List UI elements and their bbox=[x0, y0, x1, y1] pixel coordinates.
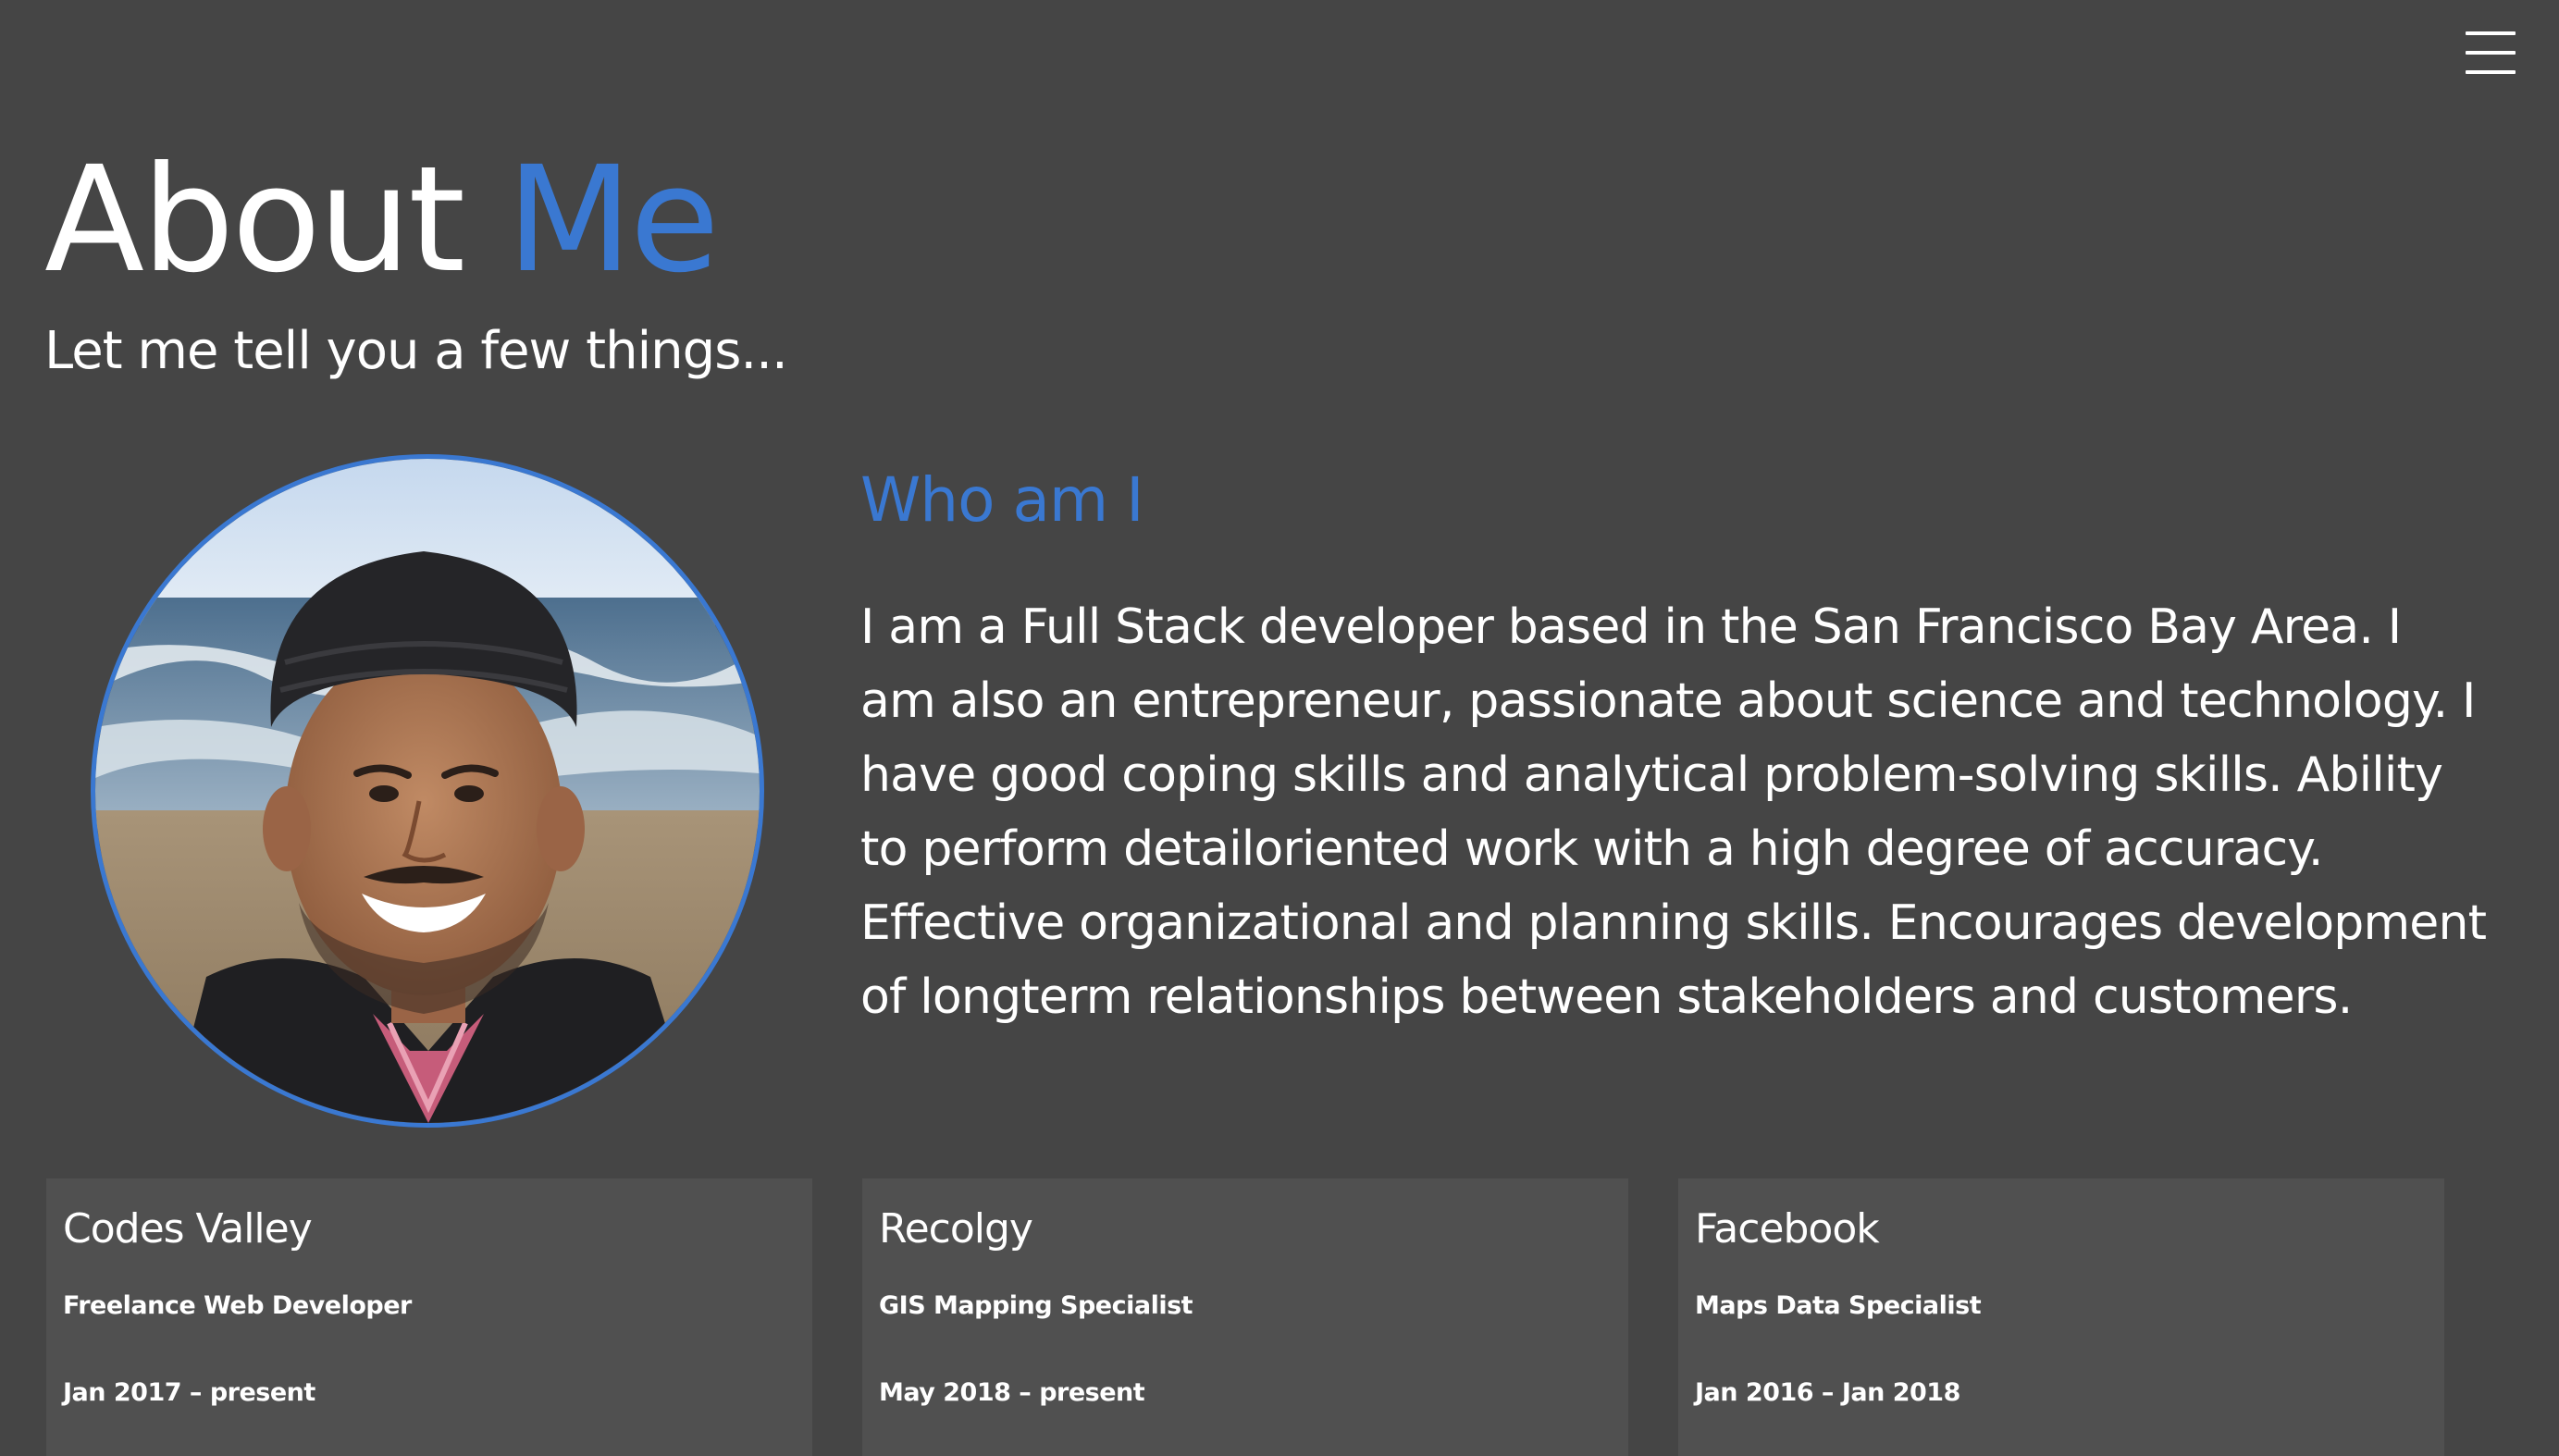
card-company: Recolgy bbox=[879, 1205, 1033, 1252]
profile-photo bbox=[91, 454, 764, 1128]
card-dates: May 2018 – present bbox=[879, 1378, 1145, 1407]
card-role: GIS Mapping Specialist bbox=[879, 1291, 1193, 1320]
hamburger-menu-icon[interactable] bbox=[2466, 31, 2519, 74]
page-title: About Me bbox=[44, 139, 720, 302]
card-dates: Jan 2017 – present bbox=[63, 1378, 315, 1407]
experience-cards: Codes Valley Freelance Web Developer Jan… bbox=[46, 1178, 2444, 1456]
menu-line bbox=[2466, 70, 2516, 74]
experience-card: Codes Valley Freelance Web Developer Jan… bbox=[46, 1178, 812, 1456]
card-company: Codes Valley bbox=[63, 1205, 313, 1252]
card-role: Maps Data Specialist bbox=[1695, 1291, 1982, 1320]
menu-line bbox=[2466, 51, 2516, 55]
menu-line bbox=[2466, 31, 2516, 35]
experience-card: Recolgy GIS Mapping Specialist May 2018 … bbox=[862, 1178, 1628, 1456]
card-company: Facebook bbox=[1695, 1205, 1880, 1252]
page-subtitle: Let me tell you a few things... bbox=[44, 321, 788, 381]
card-dates: Jan 2016 – Jan 2018 bbox=[1695, 1378, 1960, 1407]
experience-card: Facebook Maps Data Specialist Jan 2016 –… bbox=[1678, 1178, 2444, 1456]
page-title-main: About bbox=[44, 135, 465, 305]
page-title-accent: Me bbox=[506, 135, 720, 305]
bio-text: I am a Full Stack developer based in the… bbox=[860, 599, 2487, 1025]
section-heading: Who am I bbox=[860, 464, 1144, 536]
card-role: Freelance Web Developer bbox=[63, 1291, 412, 1320]
